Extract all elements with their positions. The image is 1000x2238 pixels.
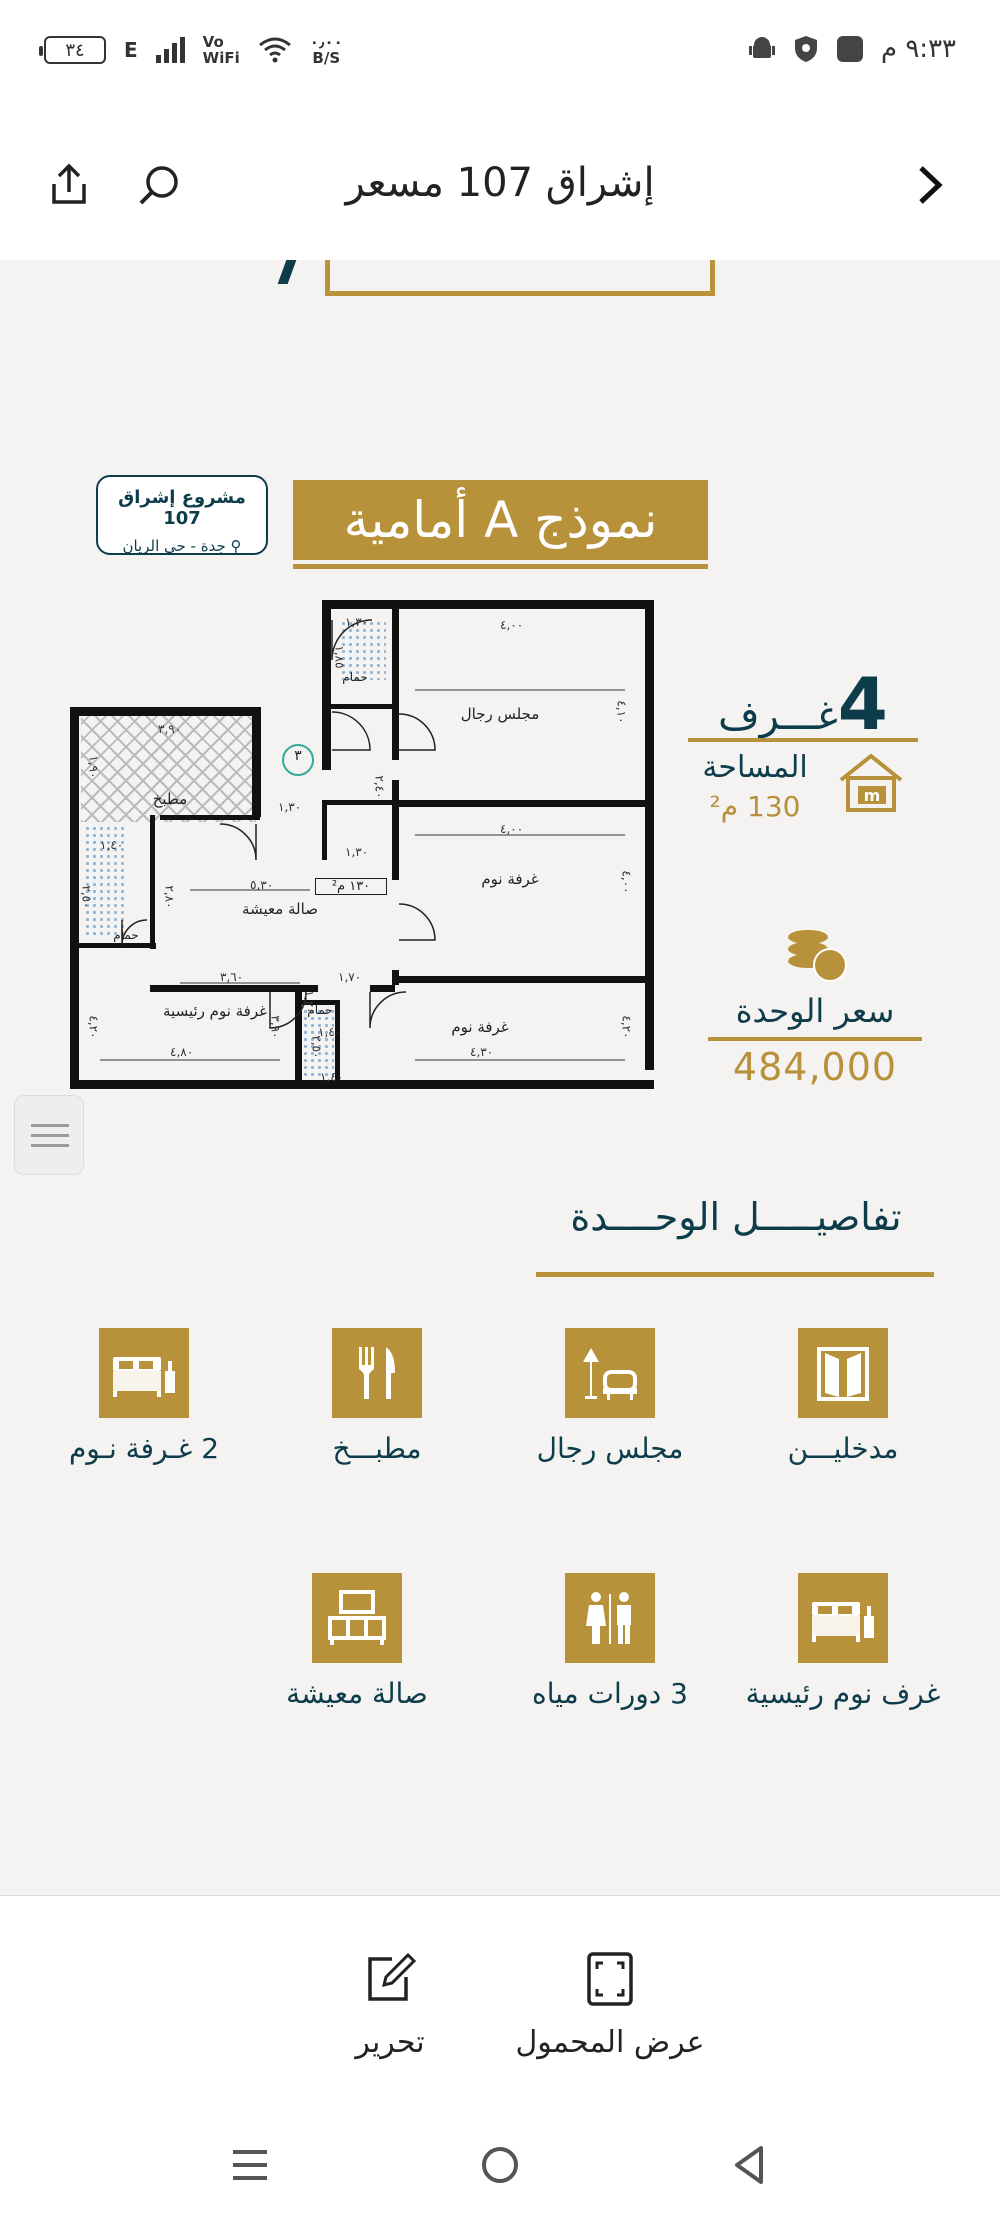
door-icon <box>798 1328 888 1418</box>
feature-bedrooms: 2 غـرفة نـوم <box>44 1328 244 1465</box>
dimension: ١,٧٠ <box>338 970 362 984</box>
dimension: ١,٢٠ <box>302 990 317 1014</box>
dimension: ٤,٣٠ <box>470 1045 494 1059</box>
price-label: سعر الوحدة <box>735 992 895 1030</box>
model-title-underline <box>293 564 708 569</box>
cutlery-icon <box>332 1328 422 1418</box>
drag-handle[interactable] <box>14 1095 84 1175</box>
banner-fragment-mark <box>277 260 297 284</box>
room-label-bath: حمام <box>113 928 139 942</box>
room-label-living: صالة معيشة <box>242 900 318 918</box>
edit-button[interactable]: تحرير <box>280 1951 500 2060</box>
battery-level: ٣٤ <box>65 39 85 61</box>
project-card: مشروع إشراق 107 ⚲ جدة - حي الريان <box>96 475 268 555</box>
dimension: ٤,١٠ <box>614 700 629 724</box>
dimension: ١,٣٠ <box>345 845 369 859</box>
bottom-toolbar: عرض المحمول تحرير <box>0 1895 1000 2095</box>
dimension: ٢,٥٠ <box>309 1035 324 1059</box>
dimension: ١,٤٠ <box>320 1070 344 1084</box>
dimension: ٤,٠٠ <box>619 870 634 894</box>
app-notification-icon <box>836 36 863 62</box>
dimension: ٥,٣٠ <box>250 878 274 892</box>
dimension: ٤,٠٠ <box>500 822 524 836</box>
dimension: ١,٤٠ <box>100 838 124 852</box>
dimension: ٤,٢٠ <box>619 1015 634 1039</box>
floor-plan: مجلس رجال مطبخ صالة معيشة غرفة نوم غرفة … <box>70 600 654 1089</box>
location-pin-icon: ⚲ <box>225 537 242 555</box>
room-label-master: غرفة نوم رئيسية <box>163 1002 267 1020</box>
dimension: ٢,٥٠ <box>79 885 94 909</box>
bed-icon <box>99 1328 189 1418</box>
dimension: ٤,٠٠ <box>500 618 524 632</box>
fullscreen-icon <box>587 1952 633 2006</box>
dimension: ٣,٩٠ <box>158 722 182 736</box>
dimension: ٢,٤٠ <box>372 775 387 799</box>
dimension: ١,٩٠ <box>86 755 101 779</box>
divider <box>708 1037 922 1041</box>
rooms-count: 4غـــرف <box>718 662 888 746</box>
home-icon[interactable] <box>475 2140 525 2190</box>
network-type: E <box>124 38 138 62</box>
feature-majlis: مجلس رجال <box>510 1328 710 1465</box>
signal-icon <box>155 37 185 63</box>
feature-restrooms: 3 دورات مياه <box>510 1573 710 1710</box>
shield-icon <box>794 36 817 62</box>
feature-living-room: صالة معيشة <box>257 1573 457 1710</box>
dimension: ٤,٨٠ <box>170 1045 194 1059</box>
svg-text:m: m <box>864 786 881 805</box>
lamp-chair-icon <box>565 1328 655 1418</box>
page-title: إشراق 107 مسعر <box>345 160 655 206</box>
dimension: ١,٣٠ <box>278 800 302 814</box>
room-label-bedroom-1: غرفة نوم <box>481 870 539 888</box>
dimension: ١,٨٥ <box>332 645 347 669</box>
speed-indicator: ٠٫٠٠ B/S <box>309 33 343 67</box>
chevron-right-icon[interactable] <box>905 160 955 210</box>
marker-number: ٣ <box>294 748 302 764</box>
details-title: تفاصيـــــل الوحــــدة <box>570 1195 902 1239</box>
dimension: ٤,٢٠ <box>86 1015 101 1039</box>
app-header: إشراق 107 مسعر <box>0 110 1000 260</box>
project-location: ⚲ جدة - حي الريان <box>122 537 242 555</box>
back-icon[interactable] <box>725 2140 775 2190</box>
area-value: 130 م² <box>709 790 801 823</box>
banner-fragment <box>325 260 715 296</box>
project-name: مشروع إشراق 107 <box>118 487 246 529</box>
recent-apps-icon[interactable] <box>225 2140 275 2190</box>
feature-kitchen: مطبـــخ <box>277 1328 477 1465</box>
room-label-kitchen: مطبخ <box>152 790 188 808</box>
area-home-icon: m <box>839 753 903 812</box>
edit-icon <box>368 1952 417 2001</box>
system-navigation-bar <box>0 2095 1000 2238</box>
feature-entrances: مدخليـــن <box>743 1328 943 1465</box>
wifi-icon <box>258 37 291 63</box>
tv-icon <box>312 1573 402 1663</box>
coins-icon <box>788 930 847 982</box>
brochure-image: نموذج A أمامية مشروع إشراق 107 ⚲ جدة - ح… <box>0 260 1000 1895</box>
area-label: المساحة <box>702 750 808 785</box>
dimension: ٣,٦٠ <box>220 970 244 984</box>
divider <box>536 1272 934 1277</box>
status-bar: ٣٤ E Vo WiFi ٠٫٠٠ B/S ٩:٣٣ م <box>0 0 1000 110</box>
divider <box>688 738 918 742</box>
room-label-majlis: مجلس رجال <box>460 705 540 723</box>
price-value: 484,000 <box>732 1045 898 1089</box>
feature-master-bedrooms: غرف نوم رئيسية <box>743 1573 943 1710</box>
portable-view-button[interactable]: عرض المحمول <box>500 1951 720 2060</box>
android-icon <box>748 37 775 58</box>
battery-indicator: ٣٤ <box>39 36 106 64</box>
clock: ٩:٣٣ م <box>880 34 956 64</box>
master-bed-icon <box>798 1573 888 1663</box>
restroom-icon <box>565 1573 655 1663</box>
room-label-bath: حمام <box>342 670 368 684</box>
model-title: نموذج A أمامية <box>293 480 708 560</box>
room-label-bedroom-2: غرفة نوم <box>451 1018 509 1036</box>
dimension: ٢,٨٠ <box>162 885 177 909</box>
dimension: ١,٣٠ <box>345 615 369 629</box>
dimension: ٣,٩٠ <box>268 1015 283 1039</box>
area-tag: ١٣٠ م² <box>315 878 387 895</box>
volte-indicator: Vo WiFi <box>202 33 240 67</box>
